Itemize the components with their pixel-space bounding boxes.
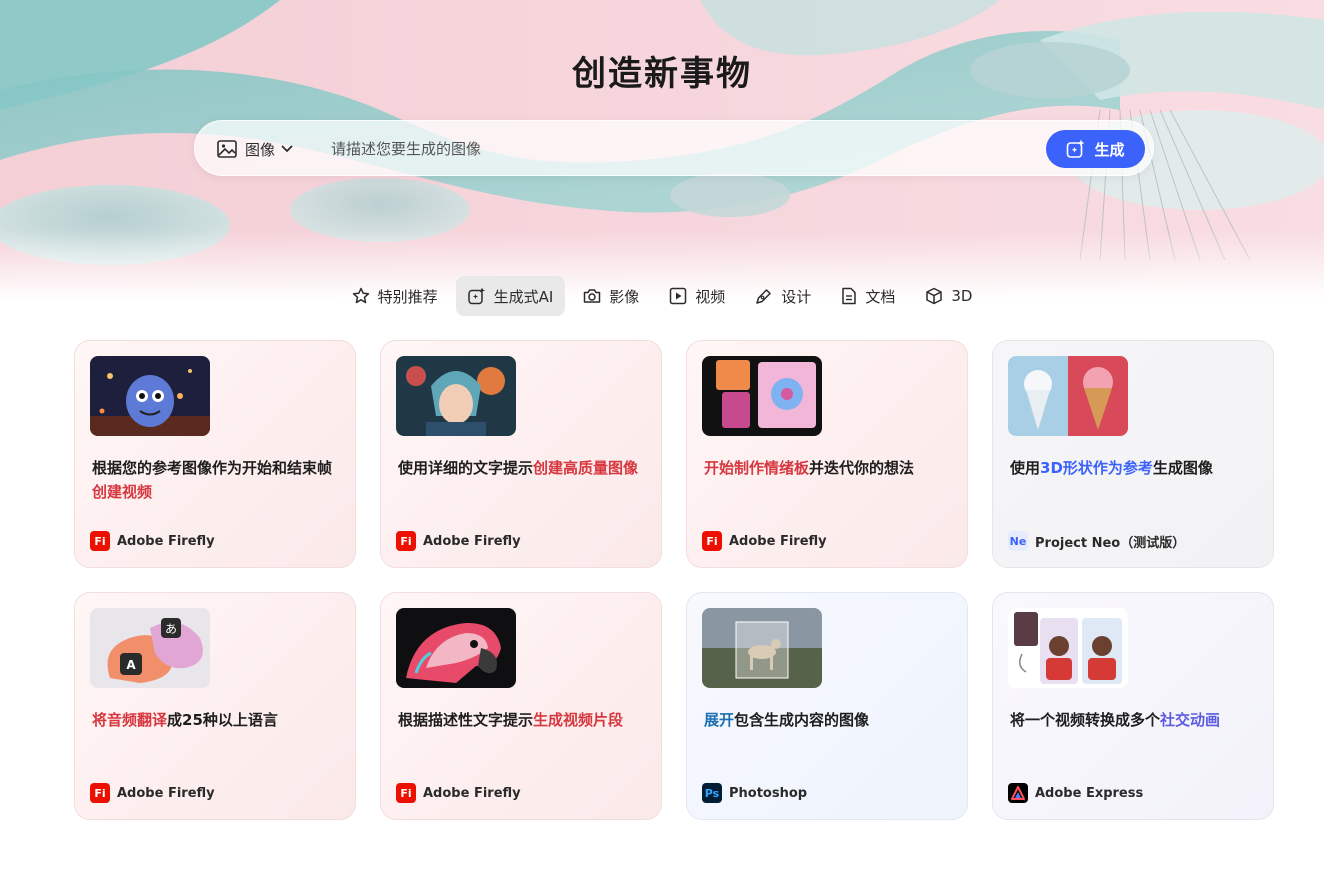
card-thumbnail (702, 356, 822, 436)
card-description: 展开包含生成内容的图像 (704, 711, 870, 729)
card-video-from-keyframes[interactable]: 根据您的参考图像作为开始和结束帧创建视频 Fi Adobe Firefly (74, 340, 356, 568)
cube-icon (926, 287, 943, 305)
card-thumbnail (396, 356, 516, 436)
card-app: Ps Photoshop (702, 783, 807, 803)
tab-generative-ai[interactable]: 生成式AI (455, 276, 566, 316)
card-social-animation[interactable]: 将一个视频转换成多个社交动画 Adobe Express (992, 592, 1274, 820)
card-app: Fi Adobe Firefly (90, 783, 215, 803)
card-thumbnail: あ A (90, 608, 210, 688)
card-moodboard[interactable]: 开始制作情绪板并迭代你的想法 Fi Adobe Firefly (686, 340, 968, 568)
translated-glyph: あ (165, 622, 177, 636)
image-icon (217, 140, 237, 158)
prompt-bar: 图像 生成 (194, 120, 1154, 176)
media-type-label: 图像 (245, 140, 276, 159)
tab-label: 影像 (609, 287, 640, 306)
card-app: Adobe Express (1008, 783, 1143, 803)
play-icon (670, 287, 687, 305)
tab-design[interactable]: 设计 (743, 276, 823, 316)
generate-button[interactable]: 生成 (1046, 130, 1145, 168)
tab-label: 文档 (865, 287, 896, 306)
card-description: 使用详细的文字提示创建高质量图像 (398, 459, 639, 477)
camera-icon (584, 289, 601, 303)
card-3d-reference[interactable]: 使用3D形状作为参考生成图像 Ne Project Neo（测试版） (992, 340, 1274, 568)
express-logo-icon (1011, 786, 1025, 800)
star-icon (352, 287, 369, 304)
firefly-app-icon: Fi (90, 783, 110, 803)
neo-app-icon: Ne (1008, 531, 1028, 551)
card-description: 将音频翻译成25种以上语言 (92, 711, 278, 729)
generate-label: 生成 (1094, 140, 1125, 159)
firefly-app-icon: Fi (396, 531, 416, 551)
tab-photo[interactable]: 影像 (571, 276, 651, 316)
card-description: 根据描述性文字提示生成视频片段 (398, 711, 624, 729)
firefly-app-icon: Fi (90, 531, 110, 551)
tab-documents[interactable]: 文档 (829, 276, 907, 316)
tab-label: 3D (951, 287, 973, 305)
firefly-app-icon: Fi (702, 531, 722, 551)
card-thumbnail (1008, 608, 1128, 688)
prompt-input[interactable] (331, 135, 1031, 163)
express-app-icon (1008, 783, 1028, 803)
chevron-down-icon (281, 145, 293, 153)
tab-label: 设计 (781, 287, 812, 306)
card-app: Fi Adobe Firefly (90, 531, 215, 551)
sparkle-frame-icon (1067, 139, 1085, 158)
card-expand-image[interactable]: 展开包含生成内容的图像 Ps Photoshop (686, 592, 968, 820)
card-description: 使用3D形状作为参考生成图像 (1010, 459, 1213, 477)
card-app: Fi Adobe Firefly (396, 783, 521, 803)
media-type-dropdown[interactable]: 图像 (217, 137, 293, 161)
sparkle-frame-icon (467, 287, 485, 305)
card-audio-translate[interactable]: あ A 将音频翻译成25种以上语言 Fi Adobe Firefly (74, 592, 356, 820)
card-thumbnail (702, 608, 822, 688)
tab-video[interactable]: 视频 (657, 276, 737, 316)
document-icon (842, 287, 857, 305)
page-title: 创造新事物 (572, 54, 752, 94)
card-app: Fi Adobe Firefly (702, 531, 827, 551)
card-app: Ne Project Neo（测试版） (1008, 531, 1185, 551)
card-description: 开始制作情绪板并迭代你的想法 (704, 459, 915, 477)
firefly-app-icon: Fi (396, 783, 416, 803)
tab-featured[interactable]: 特别推荐 (340, 276, 450, 316)
card-thumbnail (396, 608, 516, 688)
tab-label: 特别推荐 (377, 287, 438, 306)
card-description: 根据您的参考图像作为开始和结束帧创建视频 (92, 459, 333, 501)
card-description: 将一个视频转换成多个社交动画 (1010, 711, 1221, 729)
card-thumbnail (90, 356, 210, 436)
tab-label: 生成式AI (493, 287, 554, 306)
card-text-to-video[interactable]: 根据描述性文字提示生成视频片段 Fi Adobe Firefly (380, 592, 662, 820)
tab-3d[interactable]: 3D (913, 276, 984, 316)
category-tabs: 特别推荐 生成式AI 影像 视频 设计 文档 3D (0, 276, 1324, 316)
pen-icon (756, 289, 772, 304)
card-text-to-image[interactable]: 使用详细的文字提示创建高质量图像 Fi Adobe Firefly (380, 340, 662, 568)
card-app: Fi Adobe Firefly (396, 531, 521, 551)
photoshop-app-icon: Ps (702, 783, 722, 803)
source-glyph: A (126, 658, 136, 672)
card-thumbnail (1008, 356, 1128, 436)
tab-label: 视频 (695, 287, 726, 306)
